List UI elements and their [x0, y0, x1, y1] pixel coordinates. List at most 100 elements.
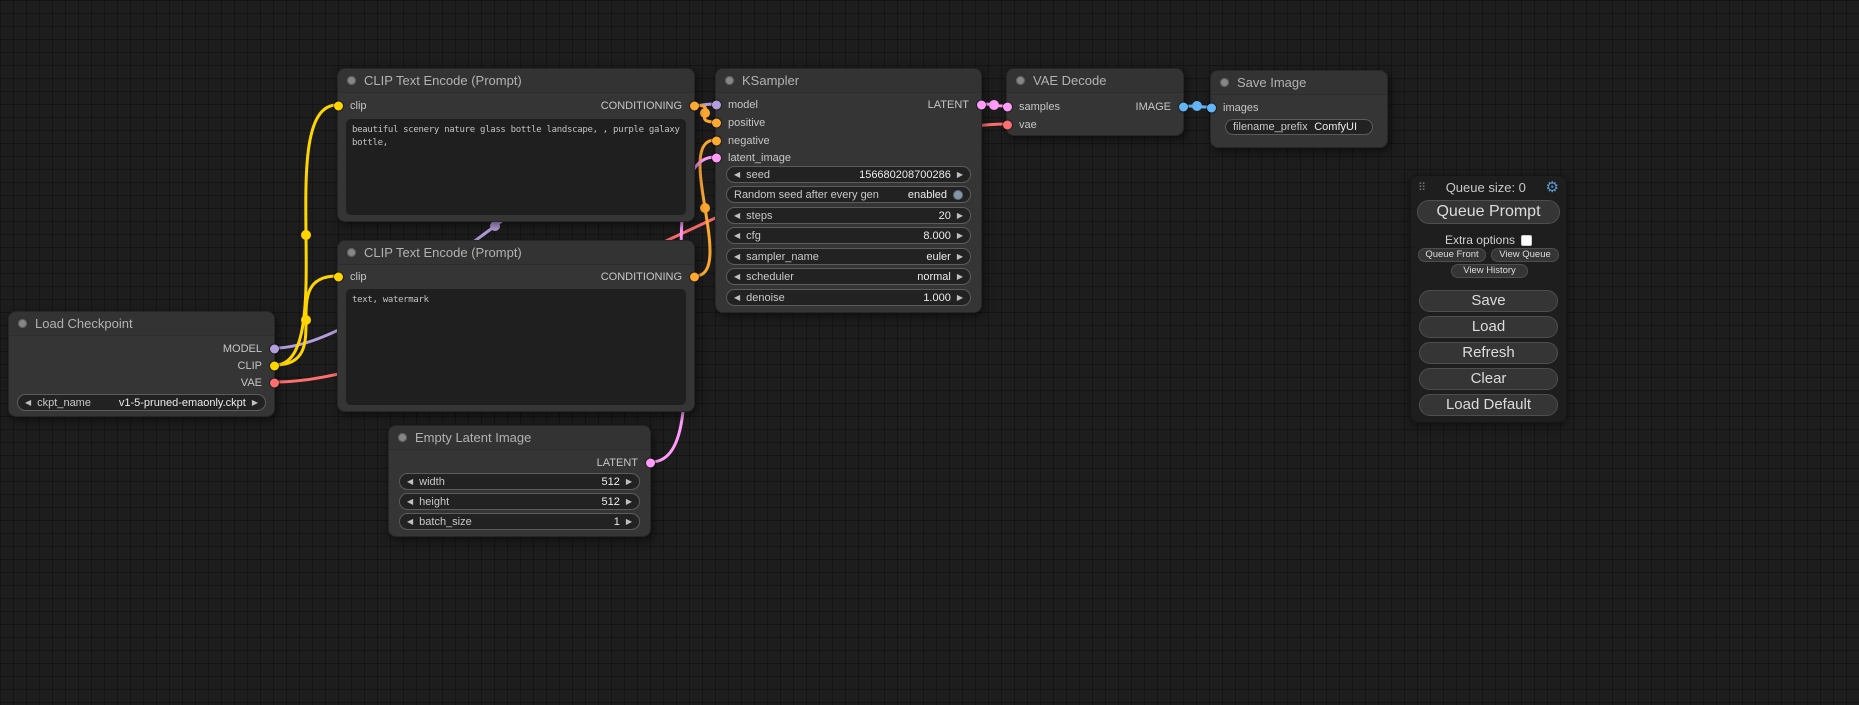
- settings-gear-icon[interactable]: ⚙: [1546, 180, 1559, 195]
- arrow-left-icon[interactable]: ◀: [25, 399, 31, 407]
- vae-output-port[interactable]: [270, 379, 279, 388]
- sampler-name-widget[interactable]: ◀ sampler_name euler ▶: [726, 248, 971, 265]
- collapse-dot-icon[interactable]: [1220, 78, 1229, 87]
- random-seed-toggle-widget[interactable]: Random seed after every gen enabled: [726, 186, 971, 203]
- arrow-right-icon[interactable]: ▶: [957, 253, 963, 261]
- arrow-left-icon[interactable]: ◀: [407, 518, 413, 526]
- collapse-dot-icon[interactable]: [347, 248, 356, 257]
- node-title: VAE Decode: [1033, 73, 1106, 88]
- extra-options-row: Extra options: [1411, 233, 1566, 247]
- filename-prefix-widget[interactable]: filename_prefix ComfyUI: [1225, 119, 1373, 135]
- refresh-button[interactable]: Refresh: [1419, 342, 1558, 364]
- cfg-widget[interactable]: ◀ cfg 8.000 ▶: [726, 227, 971, 244]
- denoise-widget[interactable]: ◀ denoise 1.000 ▶: [726, 289, 971, 306]
- node-clip-text-encode-positive[interactable]: CLIP Text Encode (Prompt) clip CONDITION…: [337, 68, 695, 222]
- height-widget[interactable]: ◀ height 512 ▶: [399, 493, 640, 510]
- queue-prompt-button[interactable]: Queue Prompt: [1417, 200, 1560, 224]
- node-save-image[interactable]: Save Image images filename_prefix ComfyU…: [1210, 70, 1388, 148]
- collapse-dot-icon[interactable]: [398, 433, 407, 442]
- load-button[interactable]: Load: [1419, 316, 1558, 338]
- widget-label: filename_prefix: [1233, 121, 1308, 133]
- view-history-button[interactable]: View History: [1451, 264, 1528, 278]
- extra-options-checkbox[interactable]: [1521, 235, 1532, 246]
- node-load-checkpoint[interactable]: Load Checkpoint MODEL CLIP VAE ◀ ckpt_na…: [8, 311, 275, 417]
- arrow-left-icon[interactable]: ◀: [734, 171, 740, 179]
- arrow-left-icon[interactable]: ◀: [734, 253, 740, 261]
- steps-widget[interactable]: ◀ steps 20 ▶: [726, 207, 971, 224]
- image-output-port[interactable]: [1179, 103, 1188, 112]
- negative-prompt-textarea[interactable]: text, watermark: [346, 289, 686, 405]
- widget-label: scheduler: [746, 271, 794, 283]
- widget-value: enabled: [885, 189, 947, 201]
- arrow-left-icon[interactable]: ◀: [407, 498, 413, 506]
- toggle-knob-icon[interactable]: [953, 190, 963, 200]
- node-vae-decode[interactable]: VAE Decode samples IMAGE vae: [1006, 68, 1184, 136]
- widget-label: Random seed after every gen: [734, 189, 879, 201]
- node-title-bar[interactable]: KSampler: [716, 69, 981, 93]
- widget-value: 1: [478, 516, 620, 528]
- arrow-right-icon[interactable]: ▶: [957, 232, 963, 240]
- node-clip-text-encode-negative[interactable]: CLIP Text Encode (Prompt) clip CONDITION…: [337, 240, 695, 412]
- arrow-left-icon[interactable]: ◀: [734, 212, 740, 220]
- node-empty-latent-image[interactable]: Empty Latent Image LATENT ◀ width 512 ▶ …: [388, 425, 651, 537]
- arrow-right-icon[interactable]: ▶: [957, 273, 963, 281]
- node-title: Save Image: [1237, 75, 1306, 90]
- arrow-left-icon[interactable]: ◀: [407, 478, 413, 486]
- view-queue-button[interactable]: View Queue: [1491, 248, 1559, 262]
- collapse-dot-icon[interactable]: [347, 76, 356, 85]
- load-default-button[interactable]: Load Default: [1419, 394, 1558, 416]
- node-title-bar[interactable]: Load Checkpoint: [9, 312, 274, 336]
- arrow-right-icon[interactable]: ▶: [626, 518, 632, 526]
- vae-input-port[interactable]: [1003, 121, 1012, 130]
- widget-value: euler: [825, 251, 951, 263]
- drag-handle-icon[interactable]: ⠿: [1418, 181, 1426, 194]
- arrow-left-icon[interactable]: ◀: [734, 294, 740, 302]
- clip-output-port[interactable]: [270, 362, 279, 371]
- arrow-right-icon[interactable]: ▶: [957, 212, 963, 220]
- node-title-bar[interactable]: CLIP Text Encode (Prompt): [338, 69, 694, 93]
- width-widget[interactable]: ◀ width 512 ▶: [399, 473, 640, 490]
- node-title-bar[interactable]: CLIP Text Encode (Prompt): [338, 241, 694, 265]
- node-title-bar[interactable]: VAE Decode: [1007, 69, 1183, 93]
- samples-input-port[interactable]: [1003, 103, 1012, 112]
- collapse-dot-icon[interactable]: [1016, 76, 1025, 85]
- clear-button[interactable]: Clear: [1419, 368, 1558, 390]
- save-button[interactable]: Save: [1419, 290, 1558, 312]
- port-label: VAE: [241, 377, 262, 389]
- widget-value: 1.000: [791, 292, 951, 304]
- arrow-right-icon[interactable]: ▶: [957, 294, 963, 302]
- arrow-right-icon[interactable]: ▶: [626, 498, 632, 506]
- model-output-port[interactable]: [270, 345, 279, 354]
- widget-value: 512: [455, 496, 620, 508]
- collapse-dot-icon[interactable]: [725, 76, 734, 85]
- conditioning-output-port[interactable]: [690, 102, 699, 111]
- negative-input-port[interactable]: [712, 137, 721, 146]
- latent-output-port[interactable]: [646, 459, 655, 468]
- widget-label: sampler_name: [746, 251, 819, 263]
- scheduler-widget[interactable]: ◀ scheduler normal ▶: [726, 268, 971, 285]
- clip-input-port[interactable]: [334, 273, 343, 282]
- collapse-dot-icon[interactable]: [18, 319, 27, 328]
- latent-image-input-port[interactable]: [712, 154, 721, 163]
- arrow-right-icon[interactable]: ▶: [626, 478, 632, 486]
- images-input-port[interactable]: [1207, 104, 1216, 113]
- conditioning-output-port[interactable]: [690, 273, 699, 282]
- ckpt-name-widget[interactable]: ◀ ckpt_name v1-5-pruned-emaonly.ckpt ▶: [17, 394, 266, 411]
- positive-input-port[interactable]: [712, 119, 721, 128]
- node-title-bar[interactable]: Empty Latent Image: [389, 426, 650, 450]
- arrow-right-icon[interactable]: ▶: [957, 171, 963, 179]
- batch-size-widget[interactable]: ◀ batch_size 1 ▶: [399, 513, 640, 530]
- positive-prompt-textarea[interactable]: beautiful scenery nature glass bottle la…: [346, 119, 686, 215]
- seed-widget[interactable]: ◀ seed 156680208700286 ▶: [726, 166, 971, 183]
- node-ksampler[interactable]: KSampler model LATENT positive negative …: [715, 68, 982, 313]
- widget-label: steps: [746, 210, 772, 222]
- latent-output-port[interactable]: [977, 101, 986, 110]
- arrow-left-icon[interactable]: ◀: [734, 232, 740, 240]
- arrow-left-icon[interactable]: ◀: [734, 273, 740, 281]
- clip-input-port[interactable]: [334, 102, 343, 111]
- port-label: CLIP: [238, 360, 262, 372]
- widget-value: v1-5-pruned-emaonly.ckpt: [97, 397, 246, 409]
- queue-front-button[interactable]: Queue Front: [1418, 248, 1486, 262]
- node-title-bar[interactable]: Save Image: [1211, 71, 1387, 95]
- arrow-right-icon[interactable]: ▶: [252, 399, 258, 407]
